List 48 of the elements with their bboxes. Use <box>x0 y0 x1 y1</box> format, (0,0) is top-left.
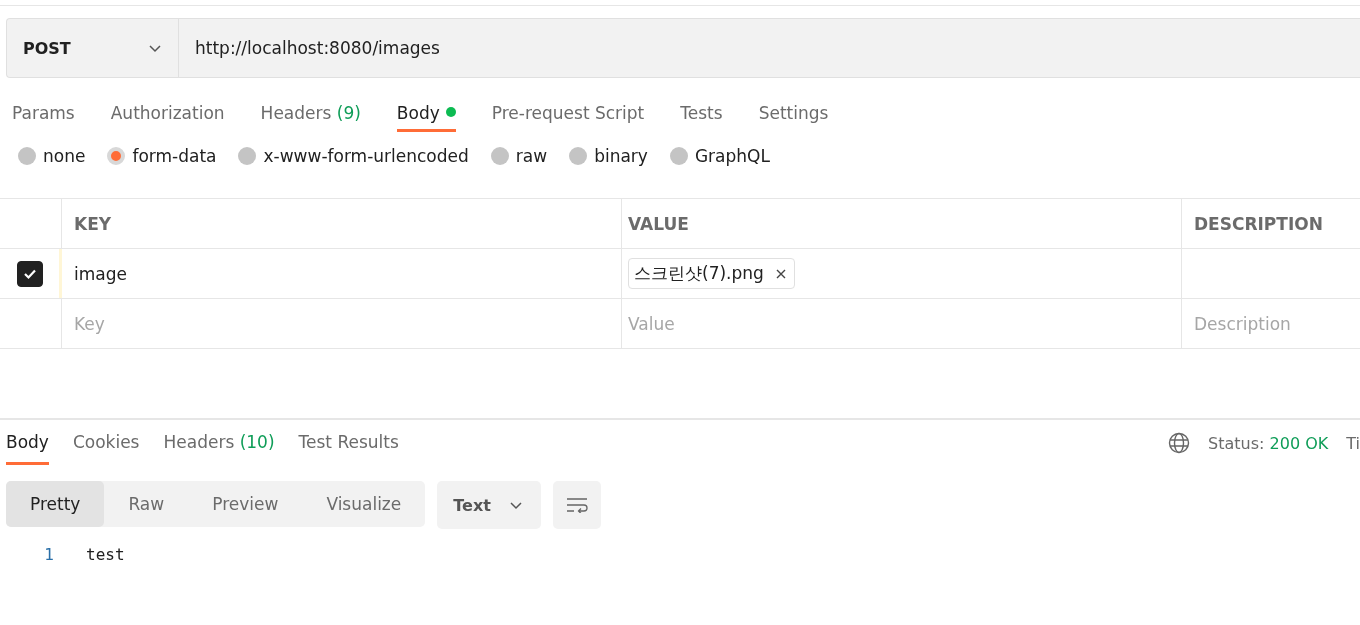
code-text: test <box>86 545 125 564</box>
radio-button[interactable] <box>238 147 257 165</box>
response-tab[interactable]: Body <box>6 420 49 465</box>
table-cell: image <box>74 263 127 284</box>
request-tab[interactable]: Authorization <box>110 91 225 132</box>
file-name: 스크린샷(7).png <box>634 262 764 285</box>
request-tab[interactable]: Body <box>396 91 456 132</box>
response-tab[interactable]: Cookies <box>72 420 140 465</box>
close-icon[interactable] <box>775 268 786 279</box>
radio-button[interactable] <box>669 147 688 165</box>
checkbox[interactable] <box>16 260 43 287</box>
url-field[interactable]: http://localhost:8080/images <box>179 19 1360 77</box>
status-label: Status: <box>1208 433 1266 453</box>
method-dropdown[interactable]: POST <box>7 19 179 77</box>
radio-button[interactable] <box>490 147 509 165</box>
column-header: DESCRIPTION <box>1194 213 1323 234</box>
status-code: 200 OK <box>1269 433 1329 453</box>
radio-label: GraphQL <box>694 146 770 166</box>
request-tab[interactable]: Params <box>12 91 75 132</box>
radio-button[interactable] <box>569 147 588 165</box>
column-header: VALUE <box>628 213 689 234</box>
view-option[interactable]: Visualize <box>302 481 426 527</box>
checkmark-icon <box>22 267 37 280</box>
radio-label: binary <box>594 146 648 166</box>
wrap-lines-button[interactable] <box>552 481 601 529</box>
radio-label: none <box>43 146 86 166</box>
radio-button[interactable] <box>107 147 126 165</box>
request-tab[interactable]: Tests <box>680 91 723 132</box>
radio-label: x-www-form-urlencoded <box>263 146 469 166</box>
line-number: 1 <box>43 545 54 564</box>
column-header: KEY <box>74 213 112 234</box>
chevron-down-icon <box>508 500 523 510</box>
view-option[interactable]: Raw <box>104 481 189 527</box>
radio-label: raw <box>515 146 548 166</box>
request-tab[interactable]: Headers (9) <box>260 91 361 132</box>
response-tab[interactable]: Headers (10) <box>163 420 275 465</box>
format-dropdown[interactable]: Text <box>437 481 541 529</box>
view-option[interactable]: Preview <box>188 481 303 527</box>
request-tab[interactable]: Pre-request Script <box>491 91 645 132</box>
chevron-down-icon <box>148 43 162 53</box>
request-tab[interactable]: Settings <box>758 91 829 132</box>
globe-icon <box>1168 432 1191 454</box>
view-option[interactable]: Pretty <box>6 481 105 527</box>
response-tab[interactable]: Test Results <box>298 420 399 465</box>
radio-label: form-data <box>132 146 217 166</box>
radio-button[interactable] <box>18 147 36 165</box>
wrap-lines-icon <box>565 497 588 513</box>
time-label: Ti <box>1346 433 1360 453</box>
